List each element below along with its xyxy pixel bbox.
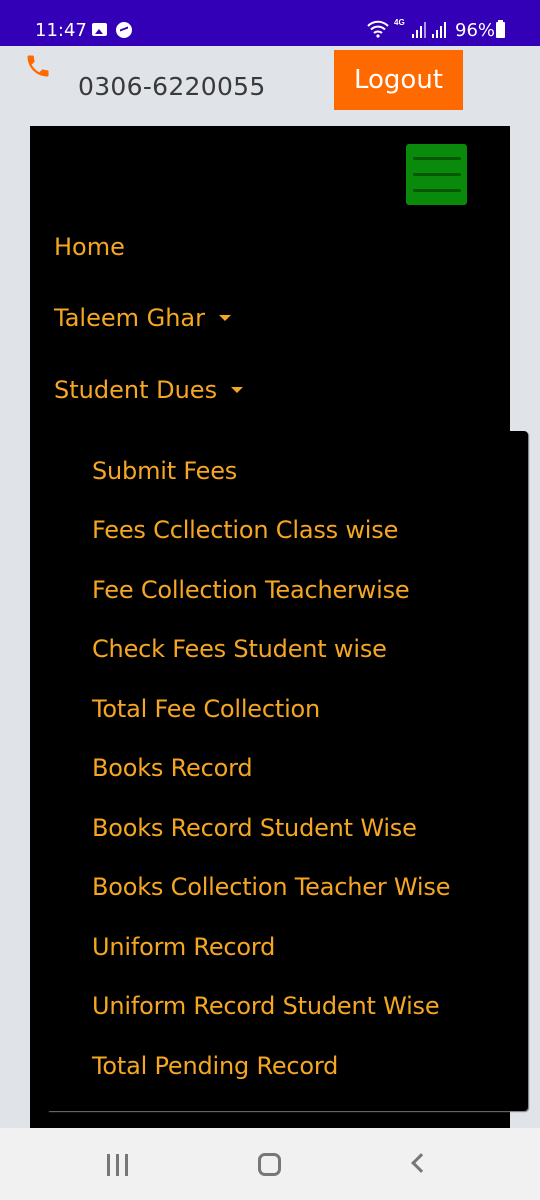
dropdown-item-fee-collection-teacherwise[interactable]: Fee Collection Teacherwise [92, 576, 410, 604]
battery-percentage: 96% [455, 20, 496, 41]
logout-button[interactable]: Logout [334, 50, 463, 110]
nav-item-label: Taleem Ghar [54, 304, 205, 332]
status-bar: 11:47 4G 96% [0, 0, 540, 46]
nav-item-label: Home [54, 233, 125, 261]
wifi-icon [367, 20, 389, 42]
dropdown-item-uniform-record[interactable]: Uniform Record [92, 933, 275, 961]
dropdown-item-total-fee-collection[interactable]: Total Fee Collection [92, 695, 320, 723]
hamburger-menu-icon-bar [412, 189, 461, 192]
back-icon[interactable] [411, 1153, 431, 1173]
signal-icon [412, 22, 426, 38]
dropdown-item-uniform-record-student-wise[interactable]: Uniform Record Student Wise [92, 992, 440, 1020]
recents-icon[interactable] [107, 1154, 128, 1176]
dropdown-item-books-record[interactable]: Books Record [92, 754, 253, 782]
nav-item-student-dues[interactable]: Student Dues [54, 376, 244, 404]
home-icon[interactable] [258, 1153, 281, 1176]
student-dues-dropdown: Submit Fees Fees Ccllection Class wise F… [48, 431, 528, 1111]
hamburger-menu-button[interactable] [406, 144, 467, 205]
nav-item-home[interactable]: Home [54, 233, 125, 261]
phone-icon[interactable] [24, 52, 52, 80]
network-type-label: 4G [394, 18, 405, 27]
caret-down-icon [231, 387, 244, 393]
hamburger-menu-icon-bar [412, 157, 461, 160]
nav-item-label: Student Dues [54, 376, 218, 404]
gallery-icon [92, 23, 107, 36]
dropdown-item-books-collection-teacher-wise[interactable]: Books Collection Teacher Wise [92, 873, 450, 901]
dropdown-item-books-record-student-wise[interactable]: Books Record Student Wise [92, 814, 417, 842]
phone-number[interactable]: 0306-6220055 [78, 72, 266, 101]
battery-icon [496, 20, 505, 38]
dropdown-item-check-fees-student-wise[interactable]: Check Fees Student wise [92, 635, 387, 663]
dropdown-item-submit-fees[interactable]: Submit Fees [92, 457, 237, 485]
status-time: 11:47 [35, 20, 87, 41]
messenger-icon [116, 22, 132, 38]
dropdown-item-total-pending-record[interactable]: Total Pending Record [92, 1052, 338, 1080]
nav-item-taleem-ghar[interactable]: Taleem Ghar [54, 304, 231, 332]
dropdown-item-fees-collection-class-wise[interactable]: Fees Ccllection Class wise [92, 516, 398, 544]
hamburger-menu-icon-bar [412, 173, 461, 176]
signal-icon [432, 22, 446, 38]
system-navigation-bar [0, 1128, 540, 1200]
caret-down-icon [218, 315, 231, 321]
